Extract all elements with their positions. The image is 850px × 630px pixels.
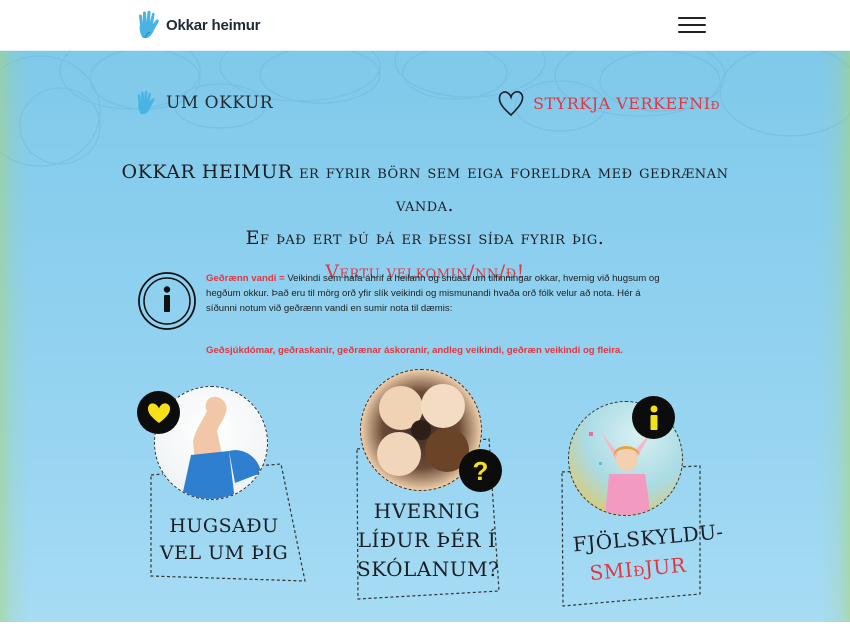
heart-badge — [137, 391, 180, 434]
card-title-line: LÍÐUR ÞÉR Í — [357, 528, 497, 552]
definition-examples: Geðsjúkdómar, geðraskanir, geðrænar ásko… — [206, 345, 623, 356]
card-title-line: SKÓLANUM? — [357, 557, 500, 581]
support-project-label: STYRKJA VERKEFNIð — [533, 93, 720, 113]
hamburger-menu-icon[interactable] — [678, 14, 708, 36]
hero-section: UM OKKUR STYRKJA VERKEFNIð OKKAR HEIMUR … — [0, 51, 850, 630]
bottom-border — [0, 622, 850, 630]
intro-text: OKKAR HEIMUR er fyrir börn sem eiga fore… — [100, 156, 750, 289]
question-icon: ? — [472, 455, 489, 486]
card-title: HVERNIG LÍÐUR ÞÉR Í SKÓLANUM? — [357, 497, 500, 584]
site-logo[interactable]: Okkar heimur — [137, 10, 261, 40]
about-us-link[interactable]: UM OKKUR — [136, 90, 273, 116]
card-title-line: VEL UM ÞIG — [159, 542, 289, 564]
site-header: Okkar heimur — [0, 0, 850, 51]
intro-line-1: OKKAR HEIMUR er fyrir börn sem eiga fore… — [121, 161, 729, 216]
info-icon — [650, 405, 657, 430]
about-us-label: UM OKKUR — [166, 93, 273, 113]
card-title: HUGSAÐU VEL UM ÞIG — [159, 513, 289, 567]
card-title-line: HUGSAÐU — [169, 515, 279, 537]
card-how-are-you-at-school[interactable]: ? HVERNIG LÍÐUR ÞÉR Í SKÓLANUM? — [355, 369, 505, 609]
card-take-care-of-yourself[interactable]: HUGSAÐU VEL UM ÞIG — [137, 386, 312, 586]
card-title: FJÖLSKYLDU- SMIðJUR — [572, 519, 724, 590]
definition-term: Geðrænn vandi = — [206, 273, 285, 284]
heart-outline-icon — [498, 90, 524, 117]
info-circle-icon — [138, 272, 196, 330]
card-title-line: HVERNIG — [373, 499, 481, 523]
left-edge-decoration — [0, 51, 30, 630]
hand-logo-icon — [139, 10, 159, 39]
card-family-workshops[interactable]: FJÖLSKYLDU- SMIðJUR — [560, 396, 724, 611]
hand-icon — [137, 90, 155, 114]
definition-text: Geðrænn vandi = Veikindi sem hafa áhrif … — [206, 271, 666, 316]
right-edge-decoration — [820, 51, 850, 630]
info-badge — [632, 396, 675, 439]
intro-line-2: Ef það ert þú þá er þessi síða fyrir þig… — [245, 227, 605, 249]
question-badge: ? — [459, 449, 502, 492]
logo-text: Okkar heimur — [166, 16, 261, 34]
heart-icon — [147, 402, 170, 423]
support-project-link[interactable]: STYRKJA VERKEFNIð — [497, 89, 720, 117]
